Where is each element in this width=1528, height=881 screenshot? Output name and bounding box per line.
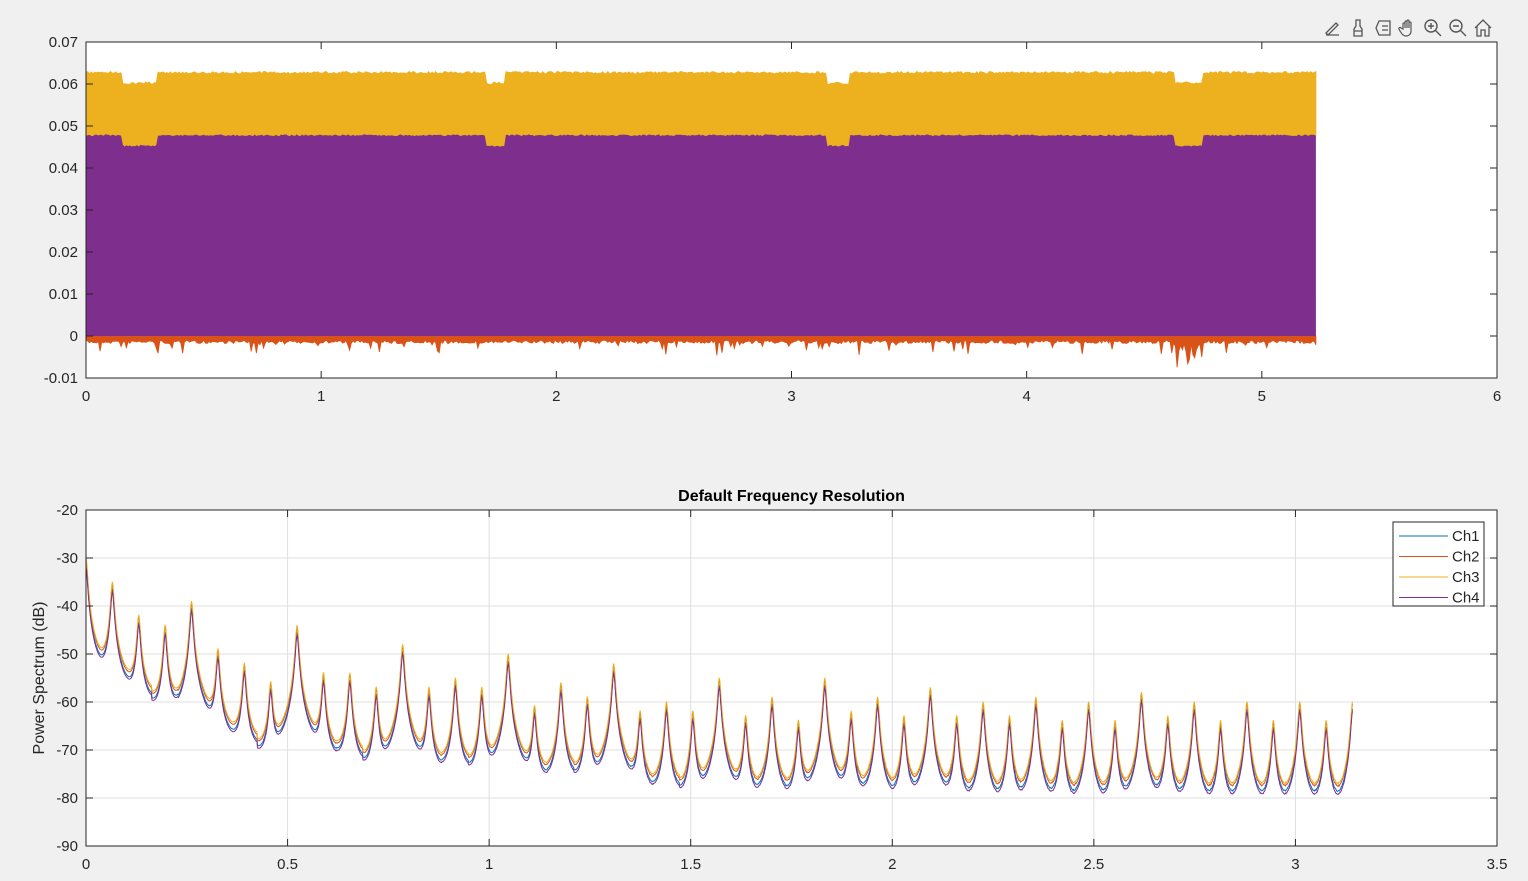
data-brush-icon[interactable] — [1347, 17, 1368, 39]
spectrum-y-tick-label: -40 — [56, 598, 78, 615]
spectrum-y-tick-label: -60 — [56, 694, 78, 711]
series-ch4-band — [86, 134, 1316, 336]
spectrum-y-tick-label: -90 — [56, 838, 78, 855]
zoom-out-icon[interactable] — [1447, 17, 1468, 39]
legend-label-ch4: Ch4 — [1452, 590, 1480, 607]
spectrum-y-tick-label: -70 — [56, 742, 78, 759]
spectrum-y-label: Power Spectrum (dB) — [31, 602, 48, 755]
signal-y-tick-label: 0.01 — [49, 286, 78, 303]
signal-x-tick-label: 3 — [787, 388, 795, 405]
spectrum-y-tick-label: -50 — [56, 646, 78, 663]
signal-x-tick-label: 5 — [1258, 388, 1266, 405]
spectrum-y-tick-label: -30 — [56, 550, 78, 567]
legend-insert-icon[interactable] — [1372, 17, 1393, 39]
spectrum-x-tick-label: 2 — [888, 856, 896, 873]
signal-data — [85, 70, 1317, 368]
legend[interactable]: Ch1 Ch2 Ch3 Ch4 — [1392, 521, 1485, 607]
signal-y-tick-label: 0.06 — [49, 76, 78, 93]
signal-x-tick-label: 0 — [82, 388, 90, 405]
spectrum-x-tick-label: 3 — [1291, 856, 1299, 873]
spectrum-y-tick-label: -80 — [56, 790, 78, 807]
signal-x-tick-label: 4 — [1022, 388, 1030, 405]
figure: 0 1 2 3 4 5 6-0.0100.010.020.030.040.050.060.0… — [31, 34, 1507, 873]
legend-label-ch2: Ch2 — [1452, 549, 1480, 566]
spectrum-x-tick-label: 2.5 — [1083, 856, 1104, 873]
signal-y-tick-label: 0 — [70, 328, 78, 345]
signal-x-tick-label: 1 — [317, 388, 325, 405]
spectrum-x-tick-label: 0.5 — [277, 856, 298, 873]
zoom-in-icon[interactable] — [1422, 17, 1443, 39]
signal-axes: 0 1 2 3 4 5 6-0.0100.010.020.030.040.050.060.0… — [44, 34, 1501, 405]
signal-y-tick-label: -0.01 — [44, 370, 78, 387]
spectrum-axes: 0 0.5 1 1.5 2 2.5 3 3.5 -90 -80 -70 -60 -50 -40 -30 -20… — [31, 488, 1507, 873]
axes-toolbar — [1322, 17, 1493, 39]
pan-hand-icon[interactable] — [1397, 17, 1418, 39]
spectrum-title: Default Frequency Resolution — [678, 488, 905, 505]
signal-y-tick-label: 0.07 — [49, 34, 78, 51]
legend-label-ch1: Ch1 — [1452, 528, 1480, 545]
signal-y-tick-label: 0.02 — [49, 244, 78, 261]
signal-y-tick-label: 0.03 — [49, 202, 78, 219]
home-restore-icon[interactable] — [1472, 17, 1493, 39]
signal-x-tick-label: 6 — [1493, 388, 1501, 405]
spectrum-plot-area — [86, 510, 1497, 846]
signal-y-tick-label: 0.05 — [49, 118, 78, 135]
legend-label-ch3: Ch3 — [1452, 569, 1480, 586]
brush-edit-icon[interactable] — [1322, 17, 1343, 39]
spectrum-x-tick-label: 1 — [485, 856, 493, 873]
signal-x-tick-label: 2 — [552, 388, 560, 405]
signal-y-tick-label: 0.04 — [49, 160, 78, 177]
spectrum-y-tick-label: -20 — [56, 502, 78, 519]
spectrum-x-tick-label: 3.5 — [1487, 856, 1508, 873]
spectrum-x-tick-label: 1.5 — [680, 856, 701, 873]
spectrum-x-tick-label: 0 — [82, 856, 90, 873]
